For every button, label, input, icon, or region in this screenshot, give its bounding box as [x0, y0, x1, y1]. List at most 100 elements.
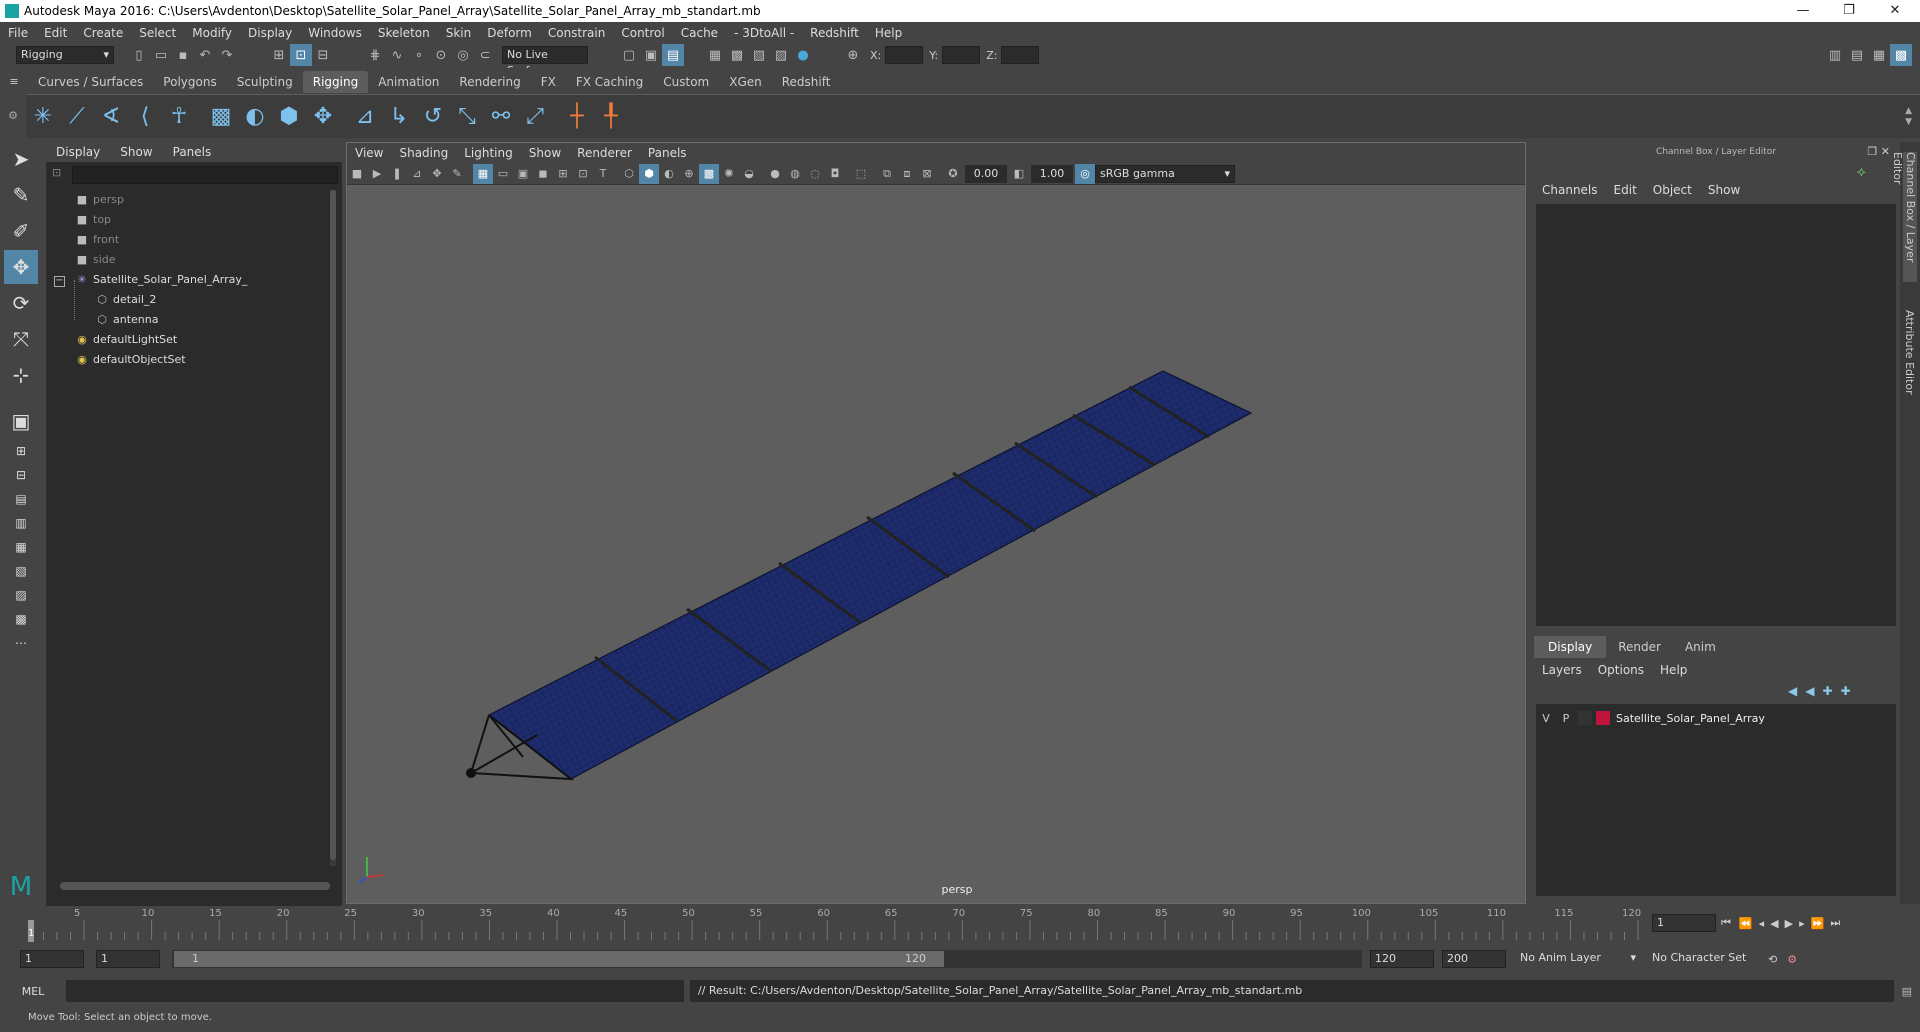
bookmark-icon[interactable]: ❚ [387, 164, 407, 184]
y-field[interactable] [942, 46, 981, 64]
shelf-settings-icon[interactable]: ⚙ [0, 94, 26, 138]
time-slider[interactable]: 5 10 15 20 25 30 35 40 45 50 55 60 65 70 75 80 85 90 95 100… [26, 906, 1646, 942]
single-pane-layout-icon[interactable]: ▣ [4, 404, 38, 438]
mode-dropdown[interactable]: Rigging ▾ [16, 46, 114, 64]
layers-menu[interactable]: Layers [1534, 663, 1590, 677]
outliner-item-side[interactable]: ■ side [74, 250, 116, 270]
xray-active-icon[interactable]: ⊠ [917, 164, 937, 184]
solar-panel-mesh[interactable] [487, 370, 1253, 780]
layer-playback-toggle[interactable]: P [1556, 712, 1576, 725]
menu-deform[interactable]: Deform [479, 22, 540, 44]
start-time-field[interactable]: 1 [20, 950, 84, 968]
menu-edit[interactable]: Edit [36, 22, 75, 44]
shelf-tab-fx-caching[interactable]: FX Caching [566, 71, 653, 93]
wireframe-on-shaded-icon[interactable]: ⊕ [679, 164, 699, 184]
move-layer-down-icon[interactable]: ◀ [1801, 684, 1818, 698]
lasso-tool-icon[interactable]: ✎ [4, 178, 38, 212]
go-to-end-icon[interactable]: ⏭ [1827, 916, 1843, 930]
xray-icon[interactable]: ⧉ [877, 164, 897, 184]
safe-action-icon[interactable]: ⊡ [573, 164, 593, 184]
step-back-key-icon[interactable]: ⏪ [1736, 917, 1756, 930]
point-constraint-icon[interactable]: ⊿ [348, 97, 382, 137]
isolate-select-icon[interactable]: ⬚ [851, 164, 871, 184]
minimize-button[interactable]: — [1780, 0, 1826, 22]
shadows-icon[interactable]: ◒ [739, 164, 759, 184]
help-menu[interactable]: Help [1652, 663, 1695, 677]
scale-constraint-icon[interactable]: ⤡ [450, 97, 484, 137]
snap-point-icon[interactable]: ∘ [408, 44, 430, 66]
auto-key-icon[interactable]: ⟲ [1762, 953, 1783, 966]
outliner-layout-icon[interactable]: ▤ [4, 488, 38, 510]
open-scene-icon[interactable]: ▭ [150, 44, 172, 66]
camera-attributes-icon[interactable]: ▶ [367, 164, 387, 184]
edit-menu[interactable]: Edit [1606, 183, 1645, 197]
gamma-icon[interactable]: ◧ [1009, 164, 1029, 184]
menu-skeleton[interactable]: Skeleton [370, 22, 438, 44]
outliner-item-default-object-set[interactable]: ◉ defaultObjectSet [74, 350, 185, 370]
range-slider[interactable]: 1 120 [172, 950, 1362, 968]
smooth-shade-icon[interactable]: ⬢ [639, 163, 659, 184]
shelf-tab-fx[interactable]: FX [531, 71, 566, 93]
textured-icon[interactable]: ▩ [699, 163, 719, 184]
layer-color-swatch[interactable] [1596, 711, 1610, 725]
options-menu[interactable]: Options [1590, 663, 1652, 677]
outliner-item-detail-2[interactable]: ⬡ detail_2 [94, 290, 156, 310]
ipr-render-icon[interactable]: ▩ [726, 44, 748, 66]
xray-joints-icon[interactable]: ⧈ [897, 164, 917, 184]
layer-row[interactable]: V P Satellite_Solar_Panel_Array [1536, 708, 1896, 728]
character-set-dropdown[interactable]: No Character Set [1648, 950, 1762, 968]
script-language-toggle[interactable]: MEL [0, 985, 66, 998]
playback-start-field[interactable]: 1 [96, 950, 160, 968]
four-pane-layout-icon[interactable]: ⊞ [4, 440, 38, 462]
locator-icon[interactable]: ┼ [560, 97, 594, 137]
snap-view-icon[interactable]: ⊙ [430, 44, 452, 66]
viewport-menu-show[interactable]: Show [521, 143, 569, 163]
shelf-scroll-icon[interactable]: ▲ ▼ [1905, 106, 1912, 128]
menu-redshift[interactable]: Redshift [802, 22, 867, 44]
aim-constraint-icon[interactable]: ↳ [382, 97, 416, 137]
select-hierarchy-icon[interactable]: ⊞ [268, 44, 290, 66]
insert-joint-icon[interactable]: ⟨ [128, 97, 162, 137]
exposure-field[interactable]: 0.00 [965, 164, 1007, 183]
outliner-item-antenna[interactable]: ⬡ antenna [94, 310, 158, 330]
render-settings-icon[interactable]: ▧ [748, 44, 770, 66]
output-ops-icon[interactable]: ▣ [640, 44, 662, 66]
snap-grid-icon[interactable]: ⋕ [364, 44, 386, 66]
new-layer-selected-icon[interactable]: ✚ [1837, 684, 1855, 698]
shelf-tab-polygons[interactable]: Polygons [153, 71, 226, 93]
viewport-menu-panels[interactable]: Panels [640, 143, 695, 163]
panel-float-icon[interactable]: ❐ ✕ [1867, 145, 1890, 158]
colorspace-dropdown[interactable]: sRGB gamma ▾ [1095, 164, 1235, 183]
layer-display-type[interactable] [1578, 711, 1592, 725]
gamma-field[interactable]: 1.00 [1031, 164, 1073, 183]
channels-menu[interactable]: Channels [1534, 183, 1606, 197]
construction-history-icon[interactable]: ▤ [662, 44, 684, 66]
custom-layout-icon[interactable]: ▩ [4, 608, 38, 630]
menu-help[interactable]: Help [867, 22, 910, 44]
rotate-tool-icon[interactable]: ⟳ [4, 286, 38, 320]
camera-select-icon[interactable]: ■ [347, 164, 367, 184]
shelf-tab-rigging[interactable]: Rigging [302, 71, 369, 93]
grid-icon[interactable]: ▦ [473, 163, 493, 184]
script-layout-icon[interactable]: ▨ [4, 584, 38, 606]
step-forward-frame-icon[interactable]: ▸ [1796, 917, 1808, 930]
field-chart-icon[interactable]: ⊞ [553, 164, 573, 184]
input-ops-icon[interactable]: ▢ [618, 44, 640, 66]
lattice-icon[interactable]: ⬢ [272, 97, 306, 137]
shelf-menu-icon[interactable]: ≡ [0, 75, 28, 88]
safe-title-icon[interactable]: T [593, 164, 613, 184]
pole-vector-icon[interactable]: ⤢ [518, 97, 552, 137]
menu-cache[interactable]: Cache [673, 22, 726, 44]
film-gate-icon[interactable]: ▭ [493, 164, 513, 184]
layer-tab-display[interactable]: Display [1534, 636, 1607, 658]
render-frame-icon[interactable]: ▦ [704, 44, 726, 66]
menu-file[interactable]: File [0, 22, 36, 44]
filter-icon[interactable]: ⊡ [52, 166, 61, 179]
side-tab-attribute-editor[interactable]: Attribute Editor [1903, 310, 1916, 395]
outliner-item-top[interactable]: ■ top [74, 210, 111, 230]
viewport-menu-lighting[interactable]: Lighting [456, 143, 521, 163]
viewport-menu-shading[interactable]: Shading [391, 143, 456, 163]
render-layout-icon[interactable]: ▧ [4, 560, 38, 582]
range-handle[interactable]: 1 120 [174, 951, 944, 967]
extra-layout-icon[interactable]: ⋯ [4, 632, 38, 654]
